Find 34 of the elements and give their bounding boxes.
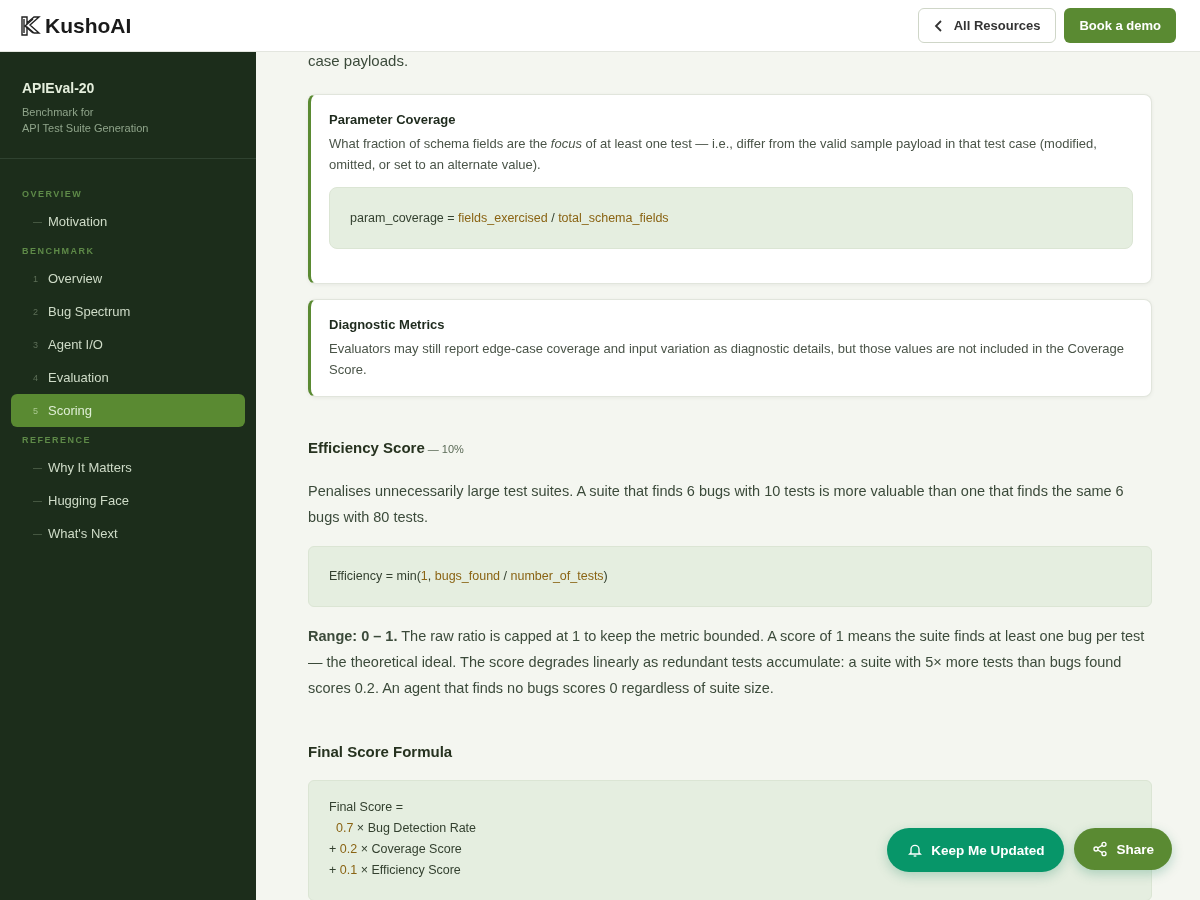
paragraph: case payloads. xyxy=(308,52,410,71)
share-icon xyxy=(1092,841,1109,857)
paragraph: Range: 0 – 1. The raw ratio is capped at 1 to keep the metric bounded. A score of 1 means the suite finds at least one bug per test — the theoretical ideal. The score degrades linearly as redundant tests accumulate: a suite with 5× more tests than bugs found scores 0.2. An agent that finds no bugs scores 0 regardless of suite size. xyxy=(308,627,1146,698)
section-heading: OVERVIEW xyxy=(21,188,84,201)
section-heading: BENCHMARK xyxy=(21,245,96,258)
nav-item[interactable]: — Why It Matters xyxy=(11,451,245,484)
brand-name: KushoAI xyxy=(45,13,132,38)
code-block: Efficiency = min(1, bugs_found / number_of_tests) xyxy=(308,546,1152,607)
chevron-left-icon xyxy=(933,19,944,32)
card-title: Diagnostic Metrics xyxy=(329,317,446,332)
section-heading: REFERENCE xyxy=(21,434,92,447)
section-heading: Efficiency Score xyxy=(308,439,425,456)
benchmark-subtitle: Benchmark for API Test Suite Generation xyxy=(22,105,150,136)
card-text: What fraction of schema fields are the focus of at least one test — i.e., differ from the valid sample payload in that test case (modified, omitted, or set to an alternate value). xyxy=(329,135,1098,174)
subscribe-button[interactable]: Keep Me Updated xyxy=(887,828,1065,872)
nav-item[interactable]: — Motivation xyxy=(11,205,245,238)
nav-item[interactable]: 2 Bug Spectrum xyxy=(11,295,245,328)
code-block: param_coverage = fields_exercised / total_schema_fields xyxy=(329,187,1133,249)
logo-icon xyxy=(19,13,43,38)
nav-item[interactable]: 4 Evaluation xyxy=(11,361,245,394)
weight-label: — 10% xyxy=(427,443,464,455)
bell-icon xyxy=(907,842,924,858)
nav-item[interactable]: — Hugging Face xyxy=(11,484,245,517)
all-resources-button[interactable]: All Resources xyxy=(917,8,1057,43)
nav-item[interactable]: 5 Scoring xyxy=(11,394,245,427)
card-text: Evaluators may still report edge-case coverage and input variation as diagnostic details, but those values are not included in the Coverage Score. xyxy=(329,340,1125,379)
nav-item[interactable]: 1 Overview xyxy=(11,262,245,295)
benchmark-title: APIEval-20 xyxy=(22,80,96,96)
card-title: Parameter Coverage xyxy=(329,112,457,127)
paragraph: Penalises unnecessarily large test suites. A suite that finds 6 bugs with 10 tests is more valuable than one that finds the same 6 bugs with 80 tests. xyxy=(308,482,1125,527)
nav-item[interactable]: — What's Next xyxy=(11,517,245,550)
demo-button[interactable]: Book a demo xyxy=(1064,8,1176,43)
share-button[interactable]: Share xyxy=(1074,828,1172,870)
section-heading: Final Score Formula xyxy=(308,743,453,760)
